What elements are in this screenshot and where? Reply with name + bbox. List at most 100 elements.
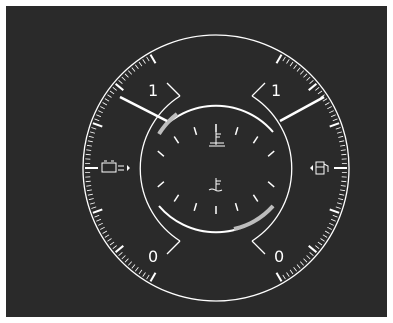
left-scale-tick: [86, 149, 92, 151]
right-scale-tick: [303, 258, 308, 263]
oil-temp-icon: [209, 131, 225, 147]
right-scale-tick: [306, 76, 311, 81]
right-scale-tick: [324, 102, 330, 106]
left-scale-tick: [89, 202, 96, 205]
lower-gauge-tick: [267, 181, 275, 188]
left-gauge-bottom-label: 0: [148, 247, 158, 266]
right-scale-tick: [341, 180, 347, 183]
left-scale-tick: [131, 264, 136, 269]
left-scale-tick: [92, 122, 103, 128]
left-scale-tick: [142, 59, 146, 64]
right-scale-tick: [332, 214, 338, 218]
upper-gauge-tick: [193, 126, 198, 136]
left-gauge-needle: [119, 95, 168, 123]
battery-icon: [101, 160, 124, 173]
upper-gauge-tick: [267, 150, 275, 157]
right-scale-tick: [293, 64, 298, 69]
left-scale-tick: [86, 185, 92, 187]
upper-gauge-tick: [234, 126, 239, 136]
upper-gauge-tick: [252, 136, 259, 144]
right-scale-tick: [329, 110, 334, 114]
right-indicator-arrow-icon: [310, 165, 313, 171]
left-scale-tick: [107, 238, 112, 242]
right-scale-tick: [317, 90, 323, 95]
lower-gauge-level: [233, 204, 275, 231]
right-scale-tick: [315, 86, 320, 91]
lower-gauge-tick: [157, 181, 165, 188]
left-indicator-arrow-icon: [127, 165, 130, 171]
left-scale-tick: [86, 144, 92, 147]
right-scale-tick: [340, 189, 346, 192]
left-scale-tick: [96, 114, 102, 118]
left-scale-tick: [138, 61, 143, 67]
right-scale-tick: [332, 118, 338, 122]
left-scale-tick: [134, 64, 139, 69]
right-scale-tick: [308, 245, 318, 253]
right-scale-tick: [303, 73, 308, 78]
left-gauge-top-label: 1: [148, 81, 158, 100]
right-scale-tick: [315, 245, 320, 250]
lower-gauge-tick: [173, 194, 180, 202]
left-scale-tick: [142, 272, 146, 277]
left-scale-tick: [104, 234, 110, 238]
outer-ring: [82, 34, 350, 302]
right-scale-tick: [289, 269, 294, 275]
right-scale-tick: [335, 127, 341, 130]
right-gauge-bottom-label: 0: [274, 247, 284, 266]
right-scale-tick: [336, 131, 343, 134]
right-scale-tick: [336, 202, 343, 205]
right-scale-tick: [309, 252, 314, 256]
left-scale-tick: [121, 76, 126, 81]
right-scale-tick: [338, 198, 344, 201]
right-scale-tick: [329, 208, 340, 214]
left-scale-tick: [124, 73, 129, 78]
right-scale-tick: [308, 83, 318, 91]
upper-gauge-tick: [157, 150, 165, 157]
right-scale-tick: [329, 122, 340, 128]
left-scale-tick: [112, 86, 117, 91]
left-scale-tick: [85, 180, 91, 183]
left-scale-tick: [114, 245, 124, 253]
left-scale-tick: [87, 140, 93, 143]
fuel-pump-icon: [315, 161, 329, 175]
right-scale-tick: [293, 267, 298, 272]
left-scale-tick: [89, 131, 96, 134]
lower-gauge-tick: [193, 202, 198, 212]
left-scale-tick: [94, 214, 100, 218]
right-scale-tick: [306, 255, 311, 260]
left-scale-tick: [107, 94, 112, 98]
left-scale-tick: [104, 98, 110, 102]
right-scale-tick: [324, 230, 330, 234]
center-frame: [166, 82, 266, 255]
lower-gauge-tick: [252, 194, 259, 202]
left-scale-tick: [87, 193, 93, 196]
right-scale-tick: [327, 106, 332, 110]
right-gauge-needle: [279, 95, 325, 123]
right-scale-tick: [300, 261, 304, 266]
left-scale-tick: [94, 118, 100, 122]
right-scale-tick: [282, 274, 286, 280]
right-scale-tick: [327, 226, 332, 230]
right-scale-tick: [329, 222, 334, 226]
left-scale-tick: [138, 269, 143, 275]
right-scale-tick: [339, 140, 345, 143]
left-scale-tick: [118, 252, 123, 256]
left-scale-tick: [109, 241, 115, 246]
left-scale-tick: [100, 106, 105, 110]
right-scale-tick: [339, 193, 345, 196]
left-scale-tick: [92, 208, 103, 214]
left-scale-tick: [88, 135, 94, 138]
right-gauge-top-label: 1: [271, 81, 281, 100]
right-scale-tick: [317, 241, 323, 246]
left-scale-tick: [88, 198, 94, 201]
left-scale-tick: [121, 255, 126, 260]
left-scale-tick: [128, 70, 132, 75]
right-scale-tick: [338, 135, 344, 138]
left-scale-tick: [124, 258, 129, 263]
right-scale-tick: [300, 70, 304, 75]
left-scale-tick: [146, 274, 150, 280]
right-scale-tick: [330, 218, 336, 222]
right-scale-tick: [309, 80, 314, 84]
right-scale-tick: [296, 67, 301, 72]
left-scale-tick: [146, 56, 150, 62]
